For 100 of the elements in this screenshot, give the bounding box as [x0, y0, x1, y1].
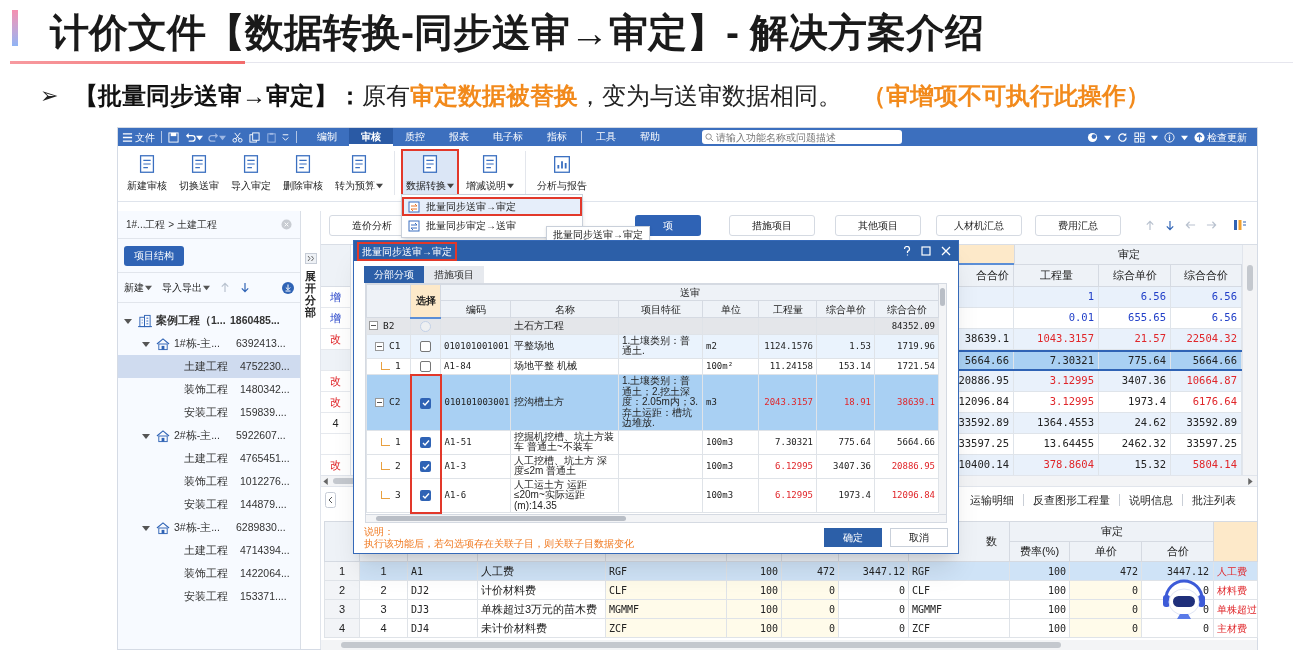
table-cell: 6.56 — [1099, 287, 1171, 307]
table-cell: ZCF — [908, 618, 1010, 638]
item-value: 6289830... — [236, 519, 286, 535]
table-cell: 20886.95 — [874, 454, 939, 478]
item-value: 4752230... — [240, 358, 290, 374]
item-label: 装饰工程 — [184, 473, 229, 489]
table-cell: DJ2 — [407, 580, 478, 600]
table-cell: 2 — [359, 580, 408, 600]
table-cell: 0 — [838, 618, 909, 638]
table-cell: 1719.96 — [874, 334, 939, 358]
table-cell: 2043.3157 — [758, 374, 817, 430]
table-cell: 100 — [1009, 618, 1070, 638]
column-header: 综合单价 — [1099, 265, 1171, 286]
item-label: 安装工程 — [184, 496, 229, 512]
table-cell: 3447.12 — [838, 561, 909, 581]
table-cell: 0 — [838, 599, 909, 619]
level-label: C1 — [389, 338, 401, 353]
table-cell: A1-84 — [440, 358, 511, 375]
bullet-icon: ➢ — [40, 79, 58, 112]
item-value: 1012276... — [240, 473, 290, 489]
table-cell: 010101001001 — [440, 334, 511, 358]
item-label: 案例工程（1... — [156, 312, 227, 328]
table-cell: 775.64 — [816, 430, 875, 454]
level-label: 3 — [395, 488, 401, 503]
table-cell: 3 — [359, 599, 408, 619]
table-cell: m3 — [702, 374, 759, 430]
table-cell: 2462.32 — [1099, 434, 1171, 454]
table-cell: 11.24158 — [758, 358, 817, 375]
bullet-text: 【批量同步送审→审定】：原有审定数据被替换，变为与送审数据相同。 （审增项不可执行此操作） — [74, 80, 1150, 111]
table-cell: 5664.66 — [874, 430, 939, 454]
table-cell: A1-51 — [440, 430, 511, 454]
column-group-header: 审定 — [1014, 245, 1242, 265]
table-cell: 1.土壤类别：普通土. — [618, 334, 703, 358]
table-cell: 材料费 — [1213, 580, 1258, 600]
item-value: 1480342... — [240, 381, 290, 397]
table-cell: 472 — [1069, 561, 1142, 581]
table-cell: 38639.1 — [874, 374, 939, 430]
menu-item-label: 批量同步审定→送审 — [426, 219, 516, 233]
table-cell: 1124.1576 — [758, 334, 817, 358]
table-cell: 1364.4553 — [1014, 413, 1099, 433]
table-cell: 7.30321 — [758, 430, 817, 454]
table-cell: 84352.09 — [874, 317, 939, 334]
table-cell: 1973.4 — [816, 478, 875, 513]
table-cell: 100 — [1009, 561, 1070, 581]
table-cell: 13.64455 — [1014, 434, 1099, 454]
table-cell: 4 — [359, 618, 408, 638]
table-cell: 未计价材料费 — [477, 618, 606, 638]
item-label: 土建工程 — [184, 450, 229, 466]
level-label: C2 — [389, 395, 401, 410]
table-cell: 010101003001 — [440, 374, 511, 430]
note-title: 说明： — [364, 525, 395, 538]
table-cell: 3407.36 — [816, 454, 875, 478]
level-label: 2 — [395, 458, 401, 473]
table-cell: 100 — [1009, 580, 1070, 600]
table-cell: A1-6 — [440, 478, 511, 513]
table-cell: 153.14 — [816, 358, 875, 375]
table-cell: RGF — [908, 561, 1010, 581]
table-cell: m2 — [702, 334, 759, 358]
table-cell: 单株超过3万元的苗木费 — [477, 599, 606, 619]
item-value: 4765451... — [240, 450, 290, 466]
level-label: B2 — [383, 318, 395, 333]
table-cell: 655.65 — [1099, 308, 1171, 328]
item-label: 装饰工程 — [184, 381, 229, 397]
column-group-header: 送审 — [440, 284, 939, 301]
breadcrumb: 1#...工程 > 土建工程 — [126, 218, 217, 232]
table-cell: 12096.84 — [874, 478, 939, 513]
item-label: 安装工程 — [184, 404, 229, 420]
table-cell: 平整场地 — [510, 334, 619, 358]
table-cell: DJ4 — [407, 618, 478, 638]
table-cell: 0.01 — [1014, 308, 1099, 328]
table-cell: CLF — [908, 580, 1010, 600]
item-value: 5922607... — [236, 427, 286, 443]
table-cell: RGF — [605, 561, 727, 581]
column-group-header: 审定 — [1009, 521, 1214, 542]
table-cell: MGMMF — [908, 599, 1010, 619]
table-cell: 计价材料费 — [477, 580, 606, 600]
item-label: 土建工程 — [184, 542, 229, 558]
table-cell: 主材费 — [1213, 618, 1258, 638]
table-cell: 7.30321 — [1014, 352, 1099, 369]
table-cell: 人工费 — [1213, 561, 1258, 581]
column-header: 工程量 — [1014, 265, 1099, 286]
table-cell: 场地平整 机械 — [510, 358, 619, 375]
table-cell: 3.12995 — [1014, 371, 1099, 391]
table-cell: 1 — [1014, 287, 1099, 307]
table-cell: 0 — [838, 580, 909, 600]
table-cell: 1721.54 — [874, 358, 939, 375]
table-cell: 18.91 — [816, 374, 875, 430]
table-cell: 人工挖槽、坑土方 深度≤2m 普通土 — [510, 454, 619, 478]
table-cell: 土石方工程 — [510, 317, 619, 334]
table-cell: 3.12995 — [1014, 392, 1099, 412]
item-value: 4714394... — [240, 542, 290, 558]
item-value: 6392413... — [236, 335, 286, 351]
item-label: 装饰工程 — [184, 565, 229, 581]
table-cell: 100m3 — [702, 478, 759, 513]
table-cell: 人工运土方 运距≤20m~实际运距(m):14.35 — [510, 478, 619, 513]
note-text: 执行该功能后，若勾选项存在关联子目，则关联子目数据变化 — [364, 537, 634, 550]
level-label: 1 — [395, 359, 401, 374]
table-cell: 100m² — [702, 358, 759, 375]
table-cell: 100m3 — [702, 454, 759, 478]
table-cell: 单株超过 — [1213, 599, 1258, 619]
